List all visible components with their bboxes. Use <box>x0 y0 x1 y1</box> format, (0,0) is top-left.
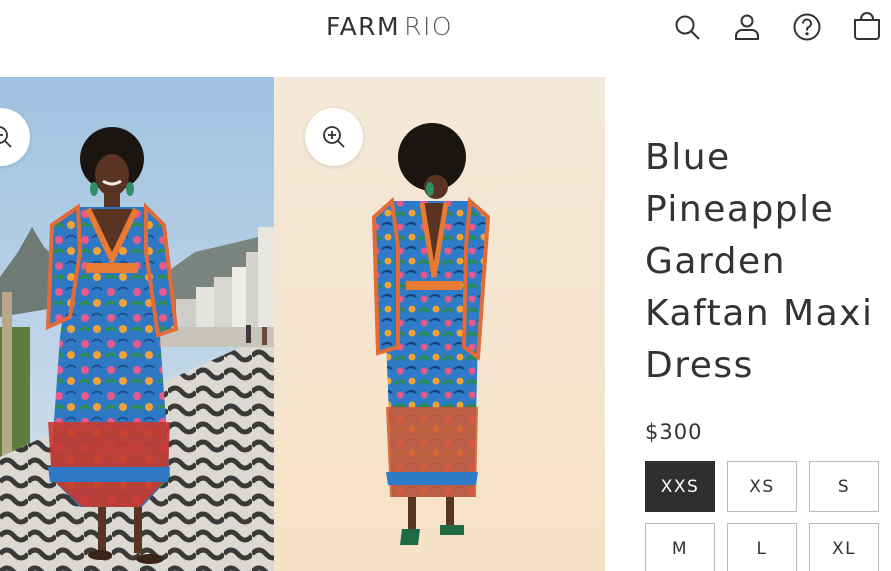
size-option-xl[interactable]: XL <box>809 523 879 571</box>
product-title-line: Kaftan Maxi <box>645 293 874 334</box>
product-photo-back[interactable] <box>274 77 605 571</box>
size-option-m[interactable]: M <box>645 523 715 571</box>
help-icon[interactable] <box>790 10 824 44</box>
size-option-xxs[interactable]: XXS <box>645 461 715 512</box>
cart-icon[interactable] <box>850 10 884 44</box>
product-title-line: Blue <box>645 137 731 178</box>
zoom-button[interactable] <box>305 108 363 166</box>
size-option-l[interactable]: L <box>727 523 797 571</box>
search-icon[interactable] <box>670 10 704 44</box>
site-header: FARM RIO <box>0 0 891 70</box>
logo-main-text: FARM <box>326 12 401 41</box>
product-info: Blue Pineapple Garden Kaftan Maxi Dress <box>645 132 891 392</box>
farm-rio-logo[interactable]: FARM RIO <box>326 12 453 41</box>
product-gallery <box>0 77 605 571</box>
product-title-line: Dress <box>645 345 754 386</box>
logo-sub-text: RIO <box>404 12 454 41</box>
product-title-line: Garden <box>645 241 786 282</box>
zoom-in-icon <box>0 126 12 148</box>
size-option-s[interactable]: S <box>809 461 879 512</box>
account-icon[interactable] <box>730 10 764 44</box>
product-title: Blue Pineapple Garden Kaftan Maxi Dress <box>645 132 891 392</box>
size-option-xs[interactable]: XS <box>727 461 797 512</box>
product-photo-front[interactable] <box>0 77 274 571</box>
product-title-line: Pineapple <box>645 189 835 230</box>
product-price: $300 <box>645 420 703 444</box>
zoom-in-icon <box>323 126 345 148</box>
